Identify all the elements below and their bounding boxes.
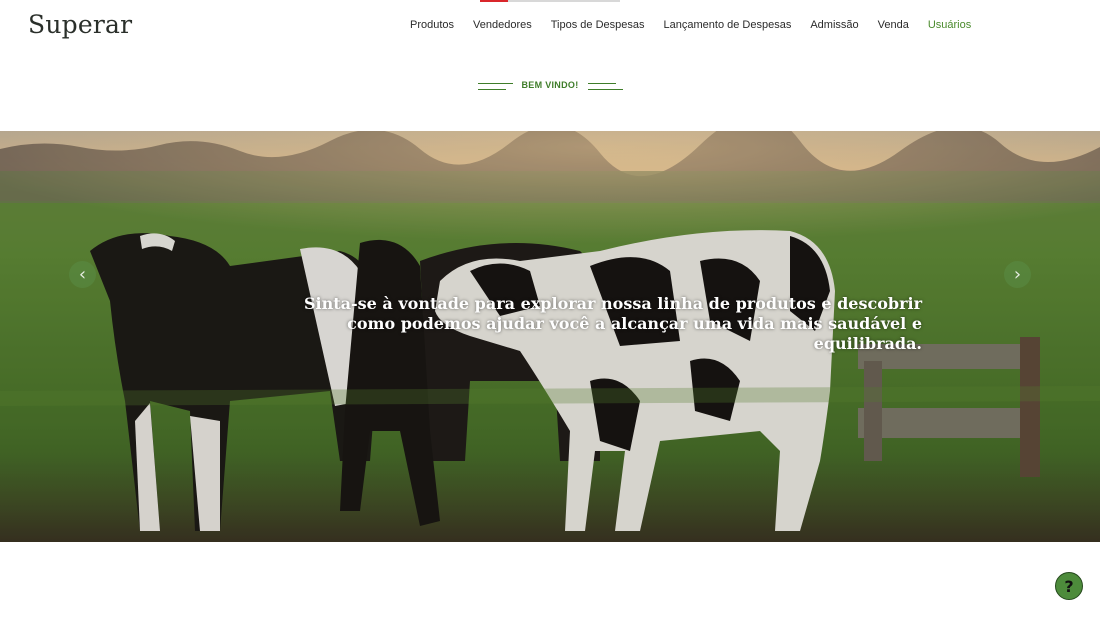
nav-item-admissao[interactable]: Admissão (810, 19, 858, 31)
nav-item-produtos[interactable]: Produtos (410, 19, 454, 31)
carousel-next-button[interactable]: › (1004, 261, 1031, 288)
top-accent-bar (480, 0, 620, 2)
top-accent-grey (508, 0, 620, 2)
welcome-heading: BEM VINDO! (0, 80, 1100, 90)
nav-item-vendedores[interactable]: Vendedores (473, 19, 532, 31)
hero-caption: Sinta-se à vontade para explorar nossa l… (304, 294, 922, 353)
nav-item-usuarios[interactable]: Usuários (928, 19, 971, 31)
chevron-left-icon: ‹ (78, 263, 87, 285)
chevron-right-icon: › (1013, 263, 1022, 285)
brand-logo[interactable]: Superar (28, 10, 132, 39)
welcome-text: BEM VINDO! (521, 80, 579, 90)
help-button[interactable]: ? (1055, 572, 1083, 600)
welcome-decoration-right (587, 81, 623, 90)
main-nav: Produtos Vendedores Tipos de Despesas La… (410, 19, 971, 31)
top-accent-red (480, 0, 508, 2)
nav-item-venda[interactable]: Venda (878, 19, 909, 31)
carousel-prev-button[interactable]: ‹ (69, 261, 96, 288)
nav-item-tipos-de-despesas[interactable]: Tipos de Despesas (551, 19, 645, 31)
nav-item-lancamento-de-despesas[interactable]: Lançamento de Despesas (664, 19, 792, 31)
welcome-decoration-left (477, 81, 513, 90)
question-icon: ? (1064, 576, 1074, 596)
hero-carousel: Sinta-se à vontade para explorar nossa l… (0, 131, 1100, 542)
